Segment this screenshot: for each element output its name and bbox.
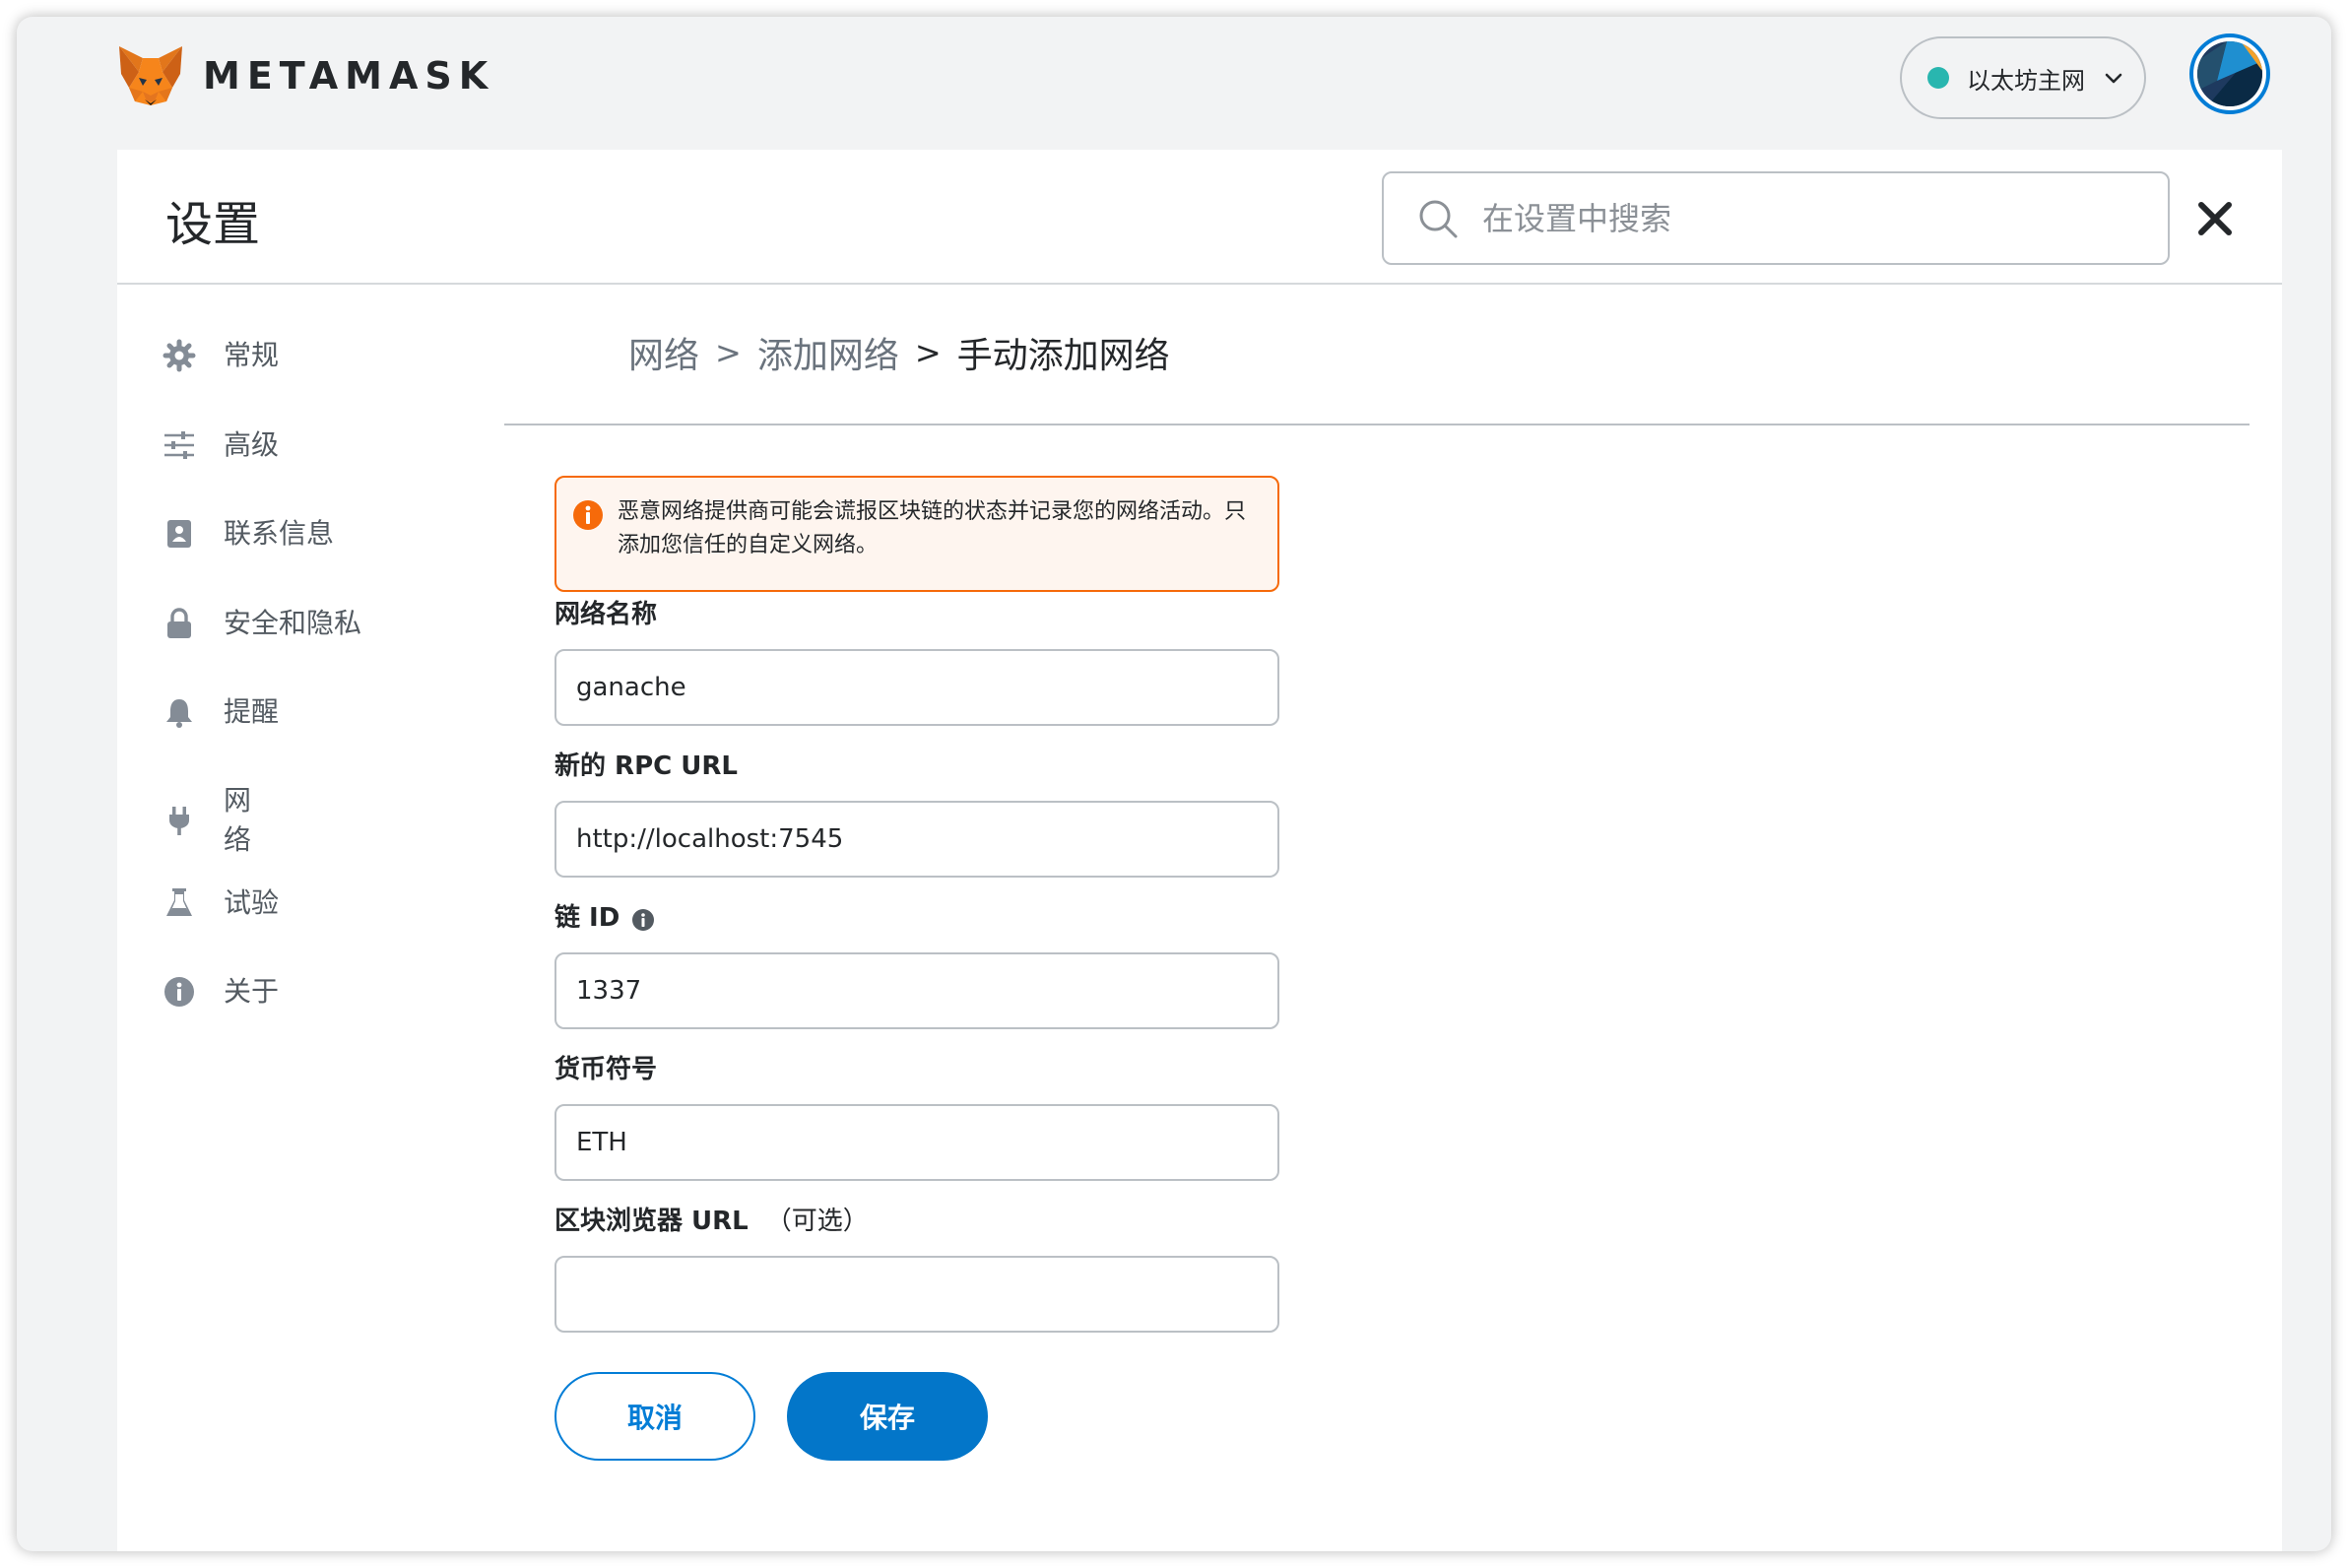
app-window: METAMASK 以太坊主网 设置 在设置中搜索 常规 高级 联系信息 安全和隐… bbox=[17, 17, 2331, 1551]
save-button[interactable]: 保存 bbox=[787, 1372, 988, 1461]
breadcrumb-networks[interactable]: 网络 bbox=[628, 327, 699, 378]
breadcrumb: 网络 > 添加网络 > 手动添加网络 bbox=[628, 327, 1170, 378]
info-icon[interactable] bbox=[631, 908, 655, 932]
network-status-dot bbox=[1927, 67, 1949, 89]
sidebar-item-label: 关于 bbox=[224, 975, 280, 1008]
network-name-label: 网络名称 bbox=[554, 594, 657, 630]
sidebar-item-label: 高级 bbox=[224, 428, 280, 461]
explorer-url-label: 区块浏览器 URL （可选） bbox=[554, 1201, 869, 1237]
currency-symbol-label: 货币符号 bbox=[554, 1049, 657, 1085]
sidebar-item-advanced[interactable]: 高级 bbox=[163, 425, 279, 465]
network-name-field[interactable] bbox=[554, 649, 1279, 726]
rpc-url-label: 新的 RPC URL bbox=[554, 746, 738, 782]
sidebar-item-label: 提醒 bbox=[224, 695, 280, 728]
chain-id-label-text: 链 ID bbox=[554, 903, 620, 933]
network-label: 以太坊主网 bbox=[1967, 66, 2085, 95]
account-avatar[interactable] bbox=[2189, 33, 2270, 114]
identicon-icon bbox=[2197, 41, 2262, 106]
lock-icon bbox=[167, 608, 191, 638]
sidebar-item-label: 常规 bbox=[224, 339, 280, 371]
rpc-url-label-text: 新的 RPC URL bbox=[554, 751, 738, 781]
warning-banner: 恶意网络提供商可能会谎报区块链的状态并记录您的网络活动。只添加您信任的自定义网络… bbox=[554, 476, 1279, 592]
rpc-url-input[interactable] bbox=[576, 824, 1246, 854]
sidebar-item-alerts[interactable]: 提醒 bbox=[163, 692, 279, 732]
info-icon bbox=[164, 977, 194, 1007]
breadcrumb-separator: > bbox=[914, 334, 942, 371]
chain-id-input[interactable] bbox=[576, 976, 1246, 1006]
sliders-icon bbox=[164, 431, 194, 459]
breadcrumb-separator: > bbox=[715, 334, 742, 371]
gear-icon bbox=[163, 339, 196, 372]
plug-icon bbox=[169, 807, 189, 835]
search-input[interactable] bbox=[1482, 199, 2152, 237]
currency-symbol-field[interactable] bbox=[554, 1104, 1279, 1181]
flask-icon bbox=[166, 888, 192, 916]
explorer-url-label-text: 区块浏览器 URL bbox=[554, 1207, 749, 1236]
currency-symbol-label-text: 货币符号 bbox=[554, 1055, 658, 1084]
chain-id-label: 链 ID bbox=[554, 897, 655, 934]
optional-hint: （可选） bbox=[765, 1207, 869, 1236]
sidebar-item-experimental[interactable]: 试验 bbox=[163, 883, 279, 923]
sidebar-item-label: 试验 bbox=[224, 886, 280, 919]
breadcrumb-add-network[interactable]: 添加网络 bbox=[757, 327, 899, 378]
sidebar-item-contacts[interactable]: 联系信息 bbox=[163, 514, 334, 554]
chevron-down-icon bbox=[2105, 73, 2122, 84]
sidebar-item-label: 网 络 bbox=[224, 784, 252, 856]
close-icon[interactable] bbox=[2193, 197, 2237, 240]
settings-search[interactable] bbox=[1382, 171, 2170, 265]
contact-book-icon bbox=[167, 520, 191, 548]
sidebar-item-about[interactable]: 关于 bbox=[163, 972, 279, 1012]
breadcrumb-current: 手动添加网络 bbox=[956, 336, 1170, 376]
network-name-input[interactable] bbox=[576, 673, 1246, 702]
sidebar-item-general[interactable]: 常规 bbox=[163, 336, 279, 375]
chain-id-field[interactable] bbox=[554, 952, 1279, 1029]
cancel-button[interactable]: 取消 bbox=[554, 1372, 755, 1461]
metamask-logo[interactable]: METAMASK bbox=[117, 44, 494, 107]
fox-icon bbox=[119, 46, 182, 105]
bell-icon bbox=[166, 699, 192, 728]
settings-header: 设置 bbox=[117, 150, 2282, 285]
sidebar-item-label: 安全和隐私 bbox=[224, 607, 362, 639]
warning-text: 恶意网络提供商可能会谎报区块链的状态并记录您的网络活动。只添加您信任的自定义网络… bbox=[618, 499, 1247, 557]
sidebar-item-label: 联系信息 bbox=[224, 517, 335, 550]
rpc-url-field[interactable] bbox=[554, 801, 1279, 878]
explorer-url-field[interactable] bbox=[554, 1256, 1279, 1333]
top-bar: METAMASK 以太坊主网 bbox=[17, 17, 2331, 150]
metamask-wordmark: METAMASK bbox=[203, 54, 495, 98]
sidebar-item-networks[interactable]: 网 络 bbox=[163, 781, 251, 860]
sidebar-item-security[interactable]: 安全和隐私 bbox=[163, 604, 361, 643]
content-divider bbox=[504, 424, 2250, 425]
network-selector[interactable]: 以太坊主网 bbox=[1900, 36, 2146, 119]
page-title: 设置 bbox=[165, 197, 261, 252]
explorer-url-input[interactable] bbox=[576, 1279, 1246, 1309]
warning-icon bbox=[573, 500, 603, 530]
network-name-label-text: 网络名称 bbox=[554, 600, 658, 629]
search-icon bbox=[1419, 200, 1458, 237]
currency-symbol-input[interactable] bbox=[576, 1128, 1246, 1157]
